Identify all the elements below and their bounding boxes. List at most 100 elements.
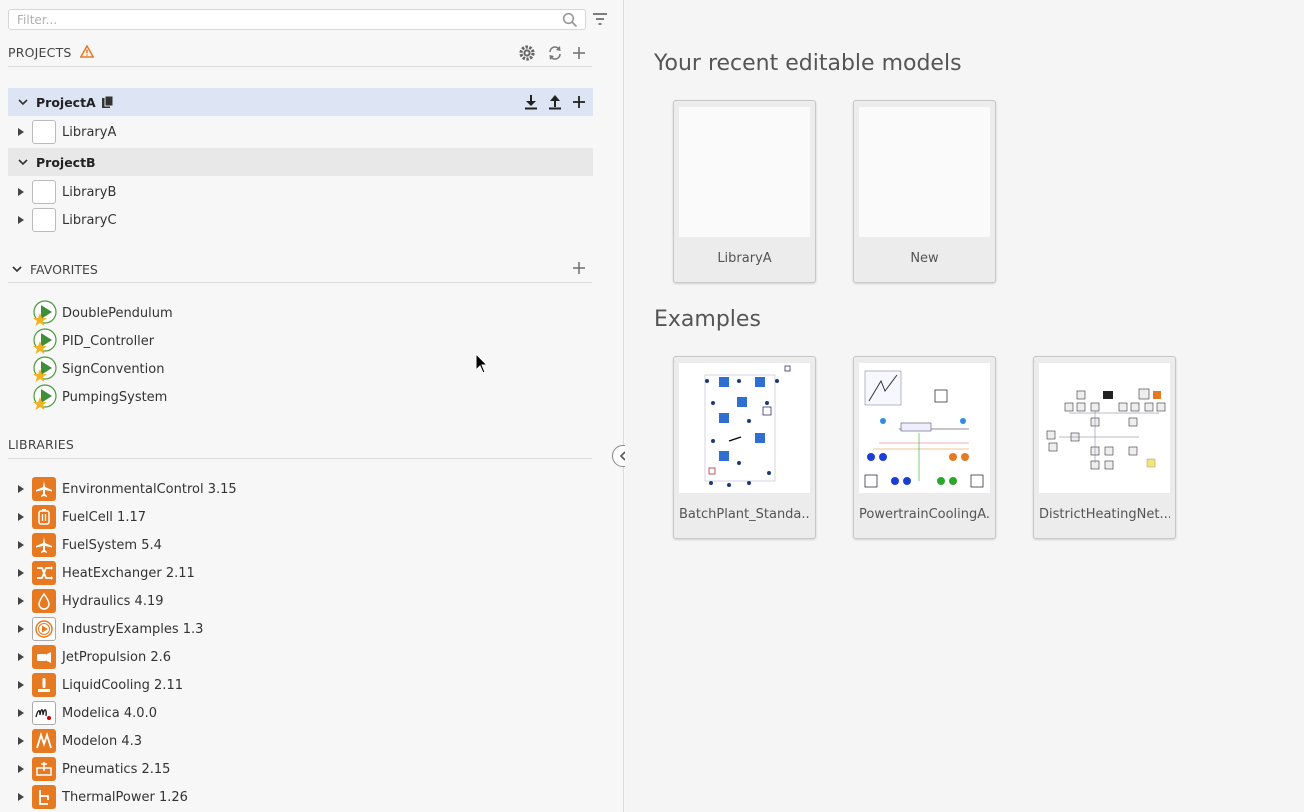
card-thumbnail — [859, 363, 990, 493]
library-item[interactable]: IndustryExamples 1.3 — [8, 615, 203, 643]
projects-header: PROJECTS — [8, 44, 592, 65]
filter-input[interactable] — [8, 9, 586, 30]
favorites-title: FAVORITES — [30, 261, 98, 277]
jet-engine-icon — [32, 645, 56, 669]
chevron-right-icon[interactable] — [18, 653, 24, 661]
chevron-right-icon[interactable] — [18, 597, 24, 605]
recent-card-librarya[interactable]: LibraryA — [673, 100, 816, 283]
library-label: FuelCell 1.17 — [62, 509, 146, 525]
upload-icon[interactable] — [546, 93, 564, 111]
favorite-label: PID_Controller — [62, 333, 155, 349]
example-card-batchplant[interactable]: BatchPlant_Standa... — [673, 356, 816, 539]
favorite-item[interactable]: PumpingSystem — [32, 383, 167, 411]
play-icon — [32, 617, 56, 641]
chevron-right-icon[interactable] — [18, 709, 24, 717]
card-label: DistrictHeatingNet... — [1039, 507, 1170, 522]
chevron-down-icon[interactable] — [18, 157, 28, 167]
card-label: New — [910, 251, 939, 266]
library-item[interactable]: JetPropulsion 2.6 — [8, 643, 171, 671]
divider — [8, 458, 592, 459]
library-label: Pneumatics 2.15 — [62, 761, 171, 777]
chevron-right-icon[interactable] — [18, 128, 24, 136]
chevron-right-icon[interactable] — [18, 681, 24, 689]
chevron-right-icon[interactable] — [18, 765, 24, 773]
mouse-cursor-icon — [475, 353, 489, 374]
airplane-icon — [32, 477, 56, 501]
download-icon[interactable] — [522, 93, 540, 111]
warning-icon[interactable] — [79, 44, 95, 58]
modelica-icon — [32, 701, 56, 725]
library-row-librarya[interactable]: LibraryA — [8, 118, 593, 146]
library-row-libraryc[interactable]: LibraryC — [8, 206, 593, 234]
chevron-right-icon[interactable] — [18, 793, 24, 801]
project-row-projecta[interactable]: ProjectA — [8, 88, 593, 116]
library-label: LiquidCooling 2.11 — [62, 677, 183, 693]
chevron-down-icon[interactable] — [12, 264, 22, 274]
library-label: EnvironmentalControl 3.15 — [62, 481, 237, 497]
recent-models-title: Your recent editable models — [654, 51, 962, 76]
divider — [8, 282, 592, 283]
bookmark-icon — [101, 95, 114, 108]
main-area: Your recent editable models LibraryA New… — [625, 0, 1304, 812]
libraries-header: LIBRARIES — [8, 437, 592, 457]
favorite-item[interactable]: PID_Controller — [32, 327, 154, 355]
favorite-item[interactable]: SignConvention — [32, 355, 164, 383]
chevron-right-icon[interactable] — [18, 216, 24, 224]
project-name: ProjectA — [36, 94, 96, 110]
model-favorite-icon — [33, 300, 57, 326]
library-label: IndustryExamples 1.3 — [62, 621, 204, 637]
add-favorite-icon[interactable] — [570, 259, 588, 277]
library-icon — [32, 180, 56, 204]
filter-icon[interactable] — [592, 12, 608, 26]
chevron-right-icon[interactable] — [18, 737, 24, 745]
library-item[interactable]: HeatExchanger 2.11 — [8, 559, 195, 587]
fuel-cell-icon — [32, 505, 56, 529]
search-icon[interactable] — [562, 12, 578, 28]
card-thumbnail — [859, 107, 990, 237]
favorite-label: DoublePendulum — [62, 305, 173, 321]
model-favorite-icon — [33, 384, 57, 410]
chevron-right-icon[interactable] — [18, 625, 24, 633]
add-library-icon[interactable] — [570, 93, 588, 111]
library-item[interactable]: FuelSystem 5.4 — [8, 531, 162, 559]
example-card-districtheating[interactable]: DistrictHeatingNet... — [1033, 356, 1176, 539]
library-item[interactable]: Modelon 4.3 — [8, 727, 142, 755]
library-item[interactable]: EnvironmentalControl 3.15 — [8, 475, 237, 503]
library-item[interactable]: Pneumatics 2.15 — [8, 755, 170, 783]
favorites-header[interactable]: FAVORITES — [8, 255, 593, 283]
sync-icon[interactable] — [546, 44, 564, 62]
library-name: LibraryB — [62, 184, 117, 200]
library-item[interactable]: LiquidCooling 2.11 — [8, 671, 183, 699]
library-name: LibraryA — [62, 124, 117, 140]
library-item[interactable]: Modelica 4.0.0 — [8, 699, 157, 727]
modelon-icon — [32, 729, 56, 753]
favorite-label: SignConvention — [62, 361, 165, 377]
library-name: LibraryC — [62, 212, 117, 228]
library-item[interactable]: FuelCell 1.17 — [8, 503, 146, 531]
example-card-powertraincooling[interactable]: PowertrainCoolingA... — [853, 356, 996, 539]
chevron-right-icon[interactable] — [18, 485, 24, 493]
library-item[interactable]: Hydraulics 4.19 — [8, 587, 164, 615]
library-label: HeatExchanger 2.11 — [62, 565, 195, 581]
chevron-right-icon[interactable] — [18, 569, 24, 577]
droplet-icon — [32, 589, 56, 613]
pneumatics-icon — [32, 757, 56, 781]
settings-gear-icon[interactable] — [518, 44, 536, 62]
library-item[interactable]: ThermalPower 1.26 — [8, 783, 188, 811]
card-label: PowertrainCoolingA... — [859, 507, 990, 522]
chevron-right-icon[interactable] — [18, 541, 24, 549]
library-row-libraryb[interactable]: LibraryB — [8, 178, 593, 206]
library-label: Modelon 4.3 — [62, 733, 143, 749]
chevron-down-icon[interactable] — [18, 97, 28, 107]
diagram-thumbnail — [864, 370, 984, 488]
diagram-thumbnail — [1046, 388, 1166, 470]
heat-exchanger-icon — [32, 561, 56, 585]
favorite-item[interactable]: DoublePendulum — [32, 299, 173, 327]
add-project-icon[interactable] — [570, 44, 588, 62]
recent-card-new[interactable]: New — [853, 100, 996, 283]
library-label: JetPropulsion 2.6 — [62, 649, 172, 665]
chevron-right-icon[interactable] — [18, 513, 24, 521]
project-row-projectb[interactable]: ProjectB — [8, 148, 593, 176]
chevron-right-icon[interactable] — [18, 188, 24, 196]
left-panel: PROJECTS ProjectA — [0, 0, 624, 812]
